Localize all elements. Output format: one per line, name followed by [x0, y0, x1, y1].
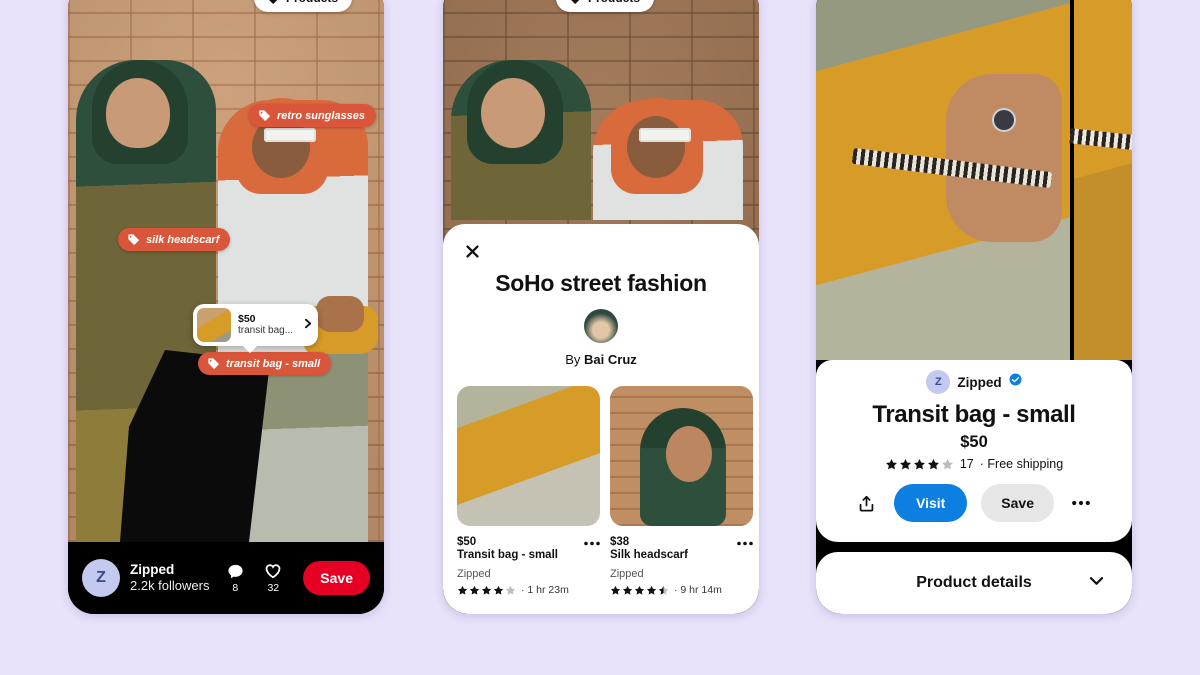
author-avatar[interactable]: [584, 309, 618, 343]
product-rating: · 1 hr 23m: [457, 584, 600, 596]
phone-2-product-list: Products SoHo street fashion By Bai Cruz…: [443, 0, 759, 614]
product-image[interactable]: [457, 386, 600, 526]
star-rating-icon: [885, 458, 954, 471]
price-tag-icon: [258, 109, 271, 122]
page-title: Transit bag - small: [872, 401, 1076, 428]
author-name: Bai Cruz: [584, 352, 637, 367]
review-count: 17: [959, 457, 974, 471]
save-button[interactable]: Save: [981, 484, 1054, 522]
like-count: 32: [267, 582, 280, 594]
products-chip[interactable]: Products: [556, 0, 655, 12]
product-image-primary[interactable]: [816, 0, 1070, 360]
product-image-next[interactable]: [1069, 0, 1132, 360]
products-chip[interactable]: Products: [254, 0, 353, 12]
avatar-initial: Z: [96, 569, 106, 586]
product-price: $38: [610, 535, 630, 548]
brand-name: Zipped: [957, 374, 1002, 390]
product-tag-label: silk headscarf: [146, 233, 220, 246]
price-tag-icon: [207, 357, 220, 370]
product-price: $50: [960, 433, 988, 451]
share-icon[interactable]: [854, 490, 880, 516]
product-tag-label: transit bag - small: [226, 357, 321, 370]
product-image-carousel[interactable]: [816, 0, 1132, 360]
pin-footer-bar: Z Zipped 2.2k followers 8 32 Save: [68, 542, 384, 614]
comment-icon: [221, 562, 249, 580]
product-time: · 9 hr 14m: [674, 584, 722, 596]
photo-hand: [316, 296, 364, 332]
pin-photo: [68, 0, 384, 542]
price-tag-icon: [127, 233, 140, 246]
save-button[interactable]: Save: [303, 561, 370, 595]
products-chip-label: Products: [286, 0, 338, 5]
verified-badge-icon: [1009, 373, 1022, 391]
product-info-sheet: Z Zipped Transit bag - small $50 17 · Fr…: [816, 360, 1132, 542]
product-title: Silk headscarf: [610, 549, 688, 561]
comment-count: 8: [232, 582, 239, 594]
avatar[interactable]: Z: [926, 370, 951, 394]
shipping-info: · Free shipping: [979, 457, 1064, 471]
products-chip-label: Products: [588, 0, 640, 5]
comment-stat[interactable]: 8: [221, 562, 249, 594]
phone-3-product-detail: Z Zipped Transit bag - small $50 17 · Fr…: [816, 0, 1132, 614]
star-rating-icon: [610, 585, 669, 596]
chevron-right-icon[interactable]: [300, 317, 314, 333]
product-name: transit bag...: [238, 325, 294, 337]
product-brand: Zipped: [457, 568, 491, 580]
screenshot-stage: Products retro sunglasses silk headscarf…: [0, 0, 1200, 675]
photo-sunglasses: [264, 128, 316, 142]
product-tag-label: retro sunglasses: [277, 109, 366, 122]
list-item[interactable]: $38 Silk headscarf Zipped · 9 hr 14m: [610, 386, 753, 596]
photo-subject-right: [593, 98, 743, 220]
product-title: Transit bag - small: [457, 549, 558, 561]
product-price: $50: [238, 313, 256, 326]
product-tag-transit-bag[interactable]: transit bag - small: [198, 352, 332, 375]
creator-name: Zipped: [130, 561, 175, 577]
product-tag-retro-sunglasses[interactable]: retro sunglasses: [249, 104, 377, 127]
product-preview-popup[interactable]: $50 transit bag...: [193, 304, 318, 346]
sheet-byline: By Bai Cruz: [457, 352, 745, 367]
price-tag-icon: [568, 0, 581, 5]
action-bar: Visit Save: [816, 484, 1132, 522]
product-thumbnail: [197, 308, 231, 342]
photo-sunglasses: [639, 128, 691, 142]
phone-1-idea-pin: Products retro sunglasses silk headscarf…: [68, 0, 384, 614]
price-tag-icon: [266, 0, 279, 5]
avatar[interactable]: Z: [82, 559, 120, 597]
close-icon[interactable]: [459, 238, 485, 264]
product-price: $50: [457, 535, 477, 548]
product-rating-row: 17 · Free shipping: [816, 457, 1132, 471]
like-stat[interactable]: 32: [259, 562, 287, 594]
product-brand: Zipped: [610, 568, 644, 580]
more-horizontal-icon[interactable]: [1068, 490, 1094, 516]
chevron-down-icon[interactable]: [1087, 571, 1106, 595]
product-card-list: $50 Transit bag - small Zipped · 1 hr 23…: [457, 386, 753, 596]
product-tag-silk-headscarf[interactable]: silk headscarf: [118, 228, 231, 251]
product-rating: · 9 hr 14m: [610, 584, 753, 596]
product-details-label: Product details: [916, 574, 1032, 591]
sheet-title: SoHo street fashion: [495, 270, 707, 296]
product-time: · 1 hr 23m: [521, 584, 569, 596]
photo-subject-left: [451, 60, 591, 220]
product-list-bottom-sheet: SoHo street fashion By Bai Cruz $50 Tran…: [443, 224, 759, 614]
byline-prefix: By: [565, 352, 581, 367]
list-item[interactable]: $50 Transit bag - small Zipped · 1 hr 23…: [457, 386, 600, 596]
star-rating-icon: [457, 585, 516, 596]
more-horizontal-icon[interactable]: [737, 535, 753, 548]
brand-row[interactable]: Z Zipped: [816, 370, 1132, 394]
avatar-initial: Z: [935, 376, 942, 388]
more-horizontal-icon[interactable]: [584, 535, 600, 548]
product-details-accordion[interactable]: Product details: [816, 552, 1132, 614]
product-image[interactable]: [610, 386, 753, 526]
visit-button[interactable]: Visit: [893, 484, 968, 522]
creator-followers: 2.2k followers: [130, 578, 210, 594]
heart-icon: [259, 562, 287, 580]
creator-info[interactable]: Zipped 2.2k followers: [130, 562, 211, 594]
